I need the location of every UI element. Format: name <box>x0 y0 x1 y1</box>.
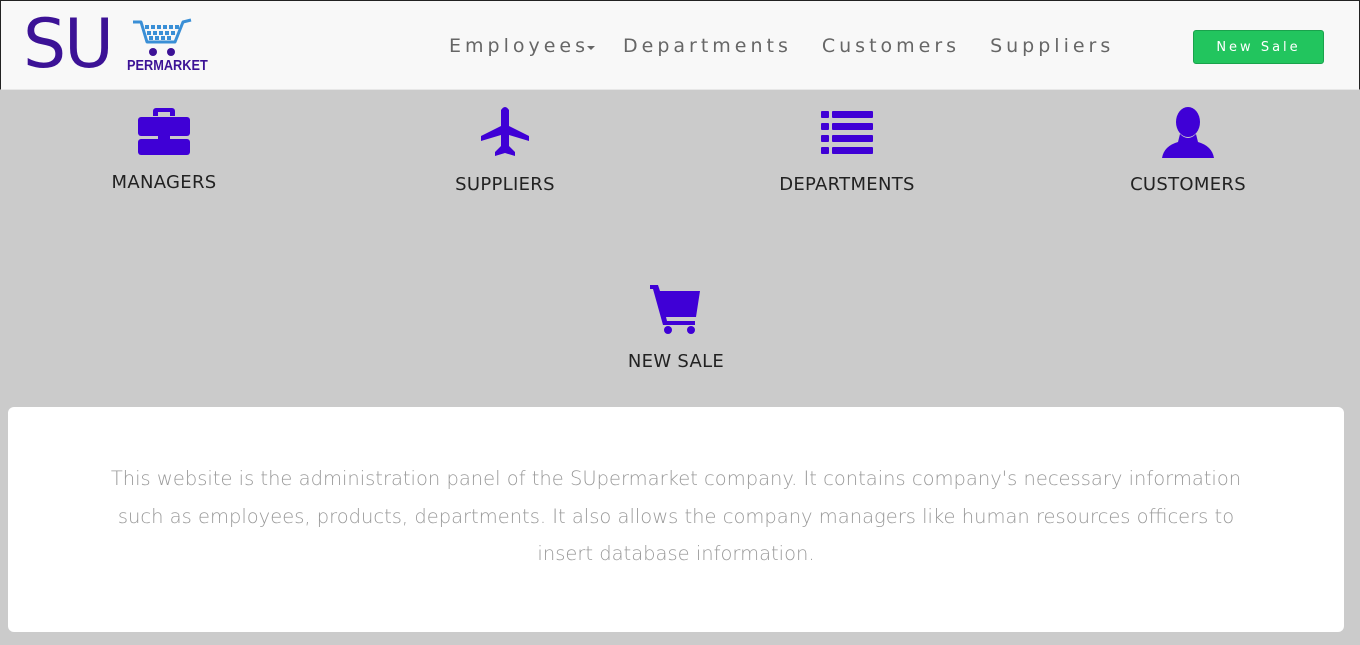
caret-down-icon <box>587 46 595 50</box>
shopping-cart-icon <box>650 285 700 334</box>
tile-managers-label: MANAGERS <box>111 172 217 193</box>
tile-customers-label: CUSTOMERS <box>1130 174 1246 195</box>
list-icon <box>821 111 873 154</box>
nav-links: Employees Departments Customers Supplier… <box>449 35 1114 57</box>
tile-new-sale-label: NEW SALE <box>627 351 725 372</box>
tile-customers[interactable]: CUSTOMERS <box>1088 106 1288 195</box>
tile-managers[interactable]: MANAGERS <box>64 106 264 193</box>
supermarket-logo[interactable]: SU PERMARKET <box>23 9 208 81</box>
nav-employees-label: Employees <box>449 35 589 57</box>
logo-permarket-text: PERMARKET <box>127 57 208 74</box>
info-panel: This website is the administration panel… <box>8 407 1344 632</box>
tile-departments[interactable]: DEPARTMENTS <box>747 108 947 195</box>
tile-suppliers[interactable]: SUPPLIERS <box>405 106 605 195</box>
nav-suppliers-link[interactable]: Suppliers <box>990 35 1114 57</box>
plane-icon <box>481 107 529 156</box>
nav-employees-dropdown[interactable]: Employees <box>449 35 595 57</box>
briefcase-icon <box>138 108 190 155</box>
user-icon <box>1162 107 1214 158</box>
tile-departments-label: DEPARTMENTS <box>779 174 915 195</box>
info-description: This website is the administration panel… <box>110 467 1242 565</box>
nav-customers-link[interactable]: Customers <box>822 35 960 57</box>
nav-departments-link[interactable]: Departments <box>623 35 792 57</box>
tile-suppliers-label: SUPPLIERS <box>455 174 555 195</box>
navbar: SU PERMARKET Employees Departments Custo… <box>0 0 1360 90</box>
logo-cart-icon <box>133 18 192 56</box>
new-sale-button[interactable]: New Sale <box>1193 30 1324 64</box>
tile-new-sale[interactable]: NEW SALE <box>576 283 776 372</box>
logo-su-text: SU <box>23 5 114 84</box>
